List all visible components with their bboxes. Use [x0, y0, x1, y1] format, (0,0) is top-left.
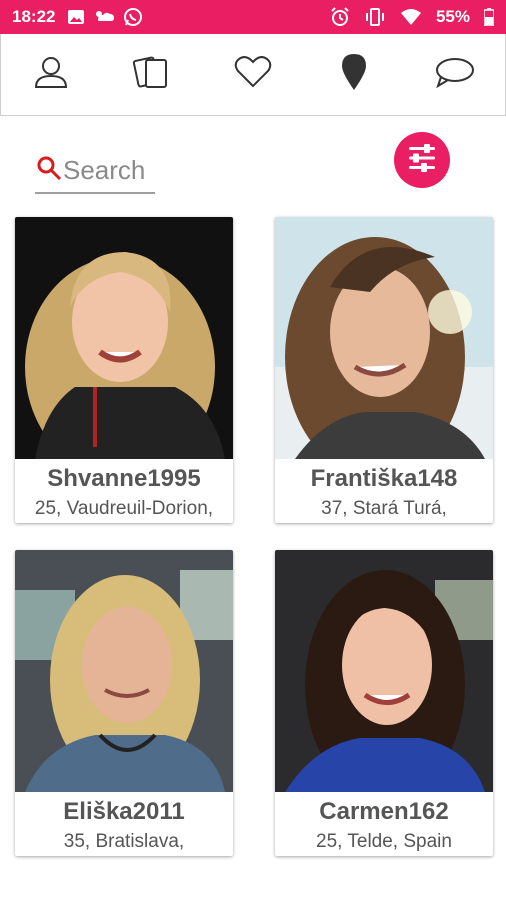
chat-bubble-icon: [435, 56, 475, 93]
vibrate-icon: [364, 7, 386, 27]
status-bar: 18:22 55%: [0, 0, 506, 34]
profile-icon: [33, 54, 69, 95]
battery-icon: [484, 8, 494, 26]
nav-favorites-button[interactable]: [223, 45, 283, 105]
filter-button[interactable]: [394, 132, 450, 188]
whatsapp-icon: [123, 7, 143, 27]
top-navigation: [0, 34, 506, 116]
location-pin-icon: [340, 53, 368, 96]
profile-photo: [15, 217, 233, 459]
search-icon: [35, 154, 63, 187]
profile-username: Františka148: [310, 465, 458, 492]
profile-card[interactable]: Eliška2011 35, Bratislava,: [15, 550, 233, 856]
nav-messages-button[interactable]: [425, 45, 485, 105]
alarm-icon: [330, 7, 350, 27]
profile-details: 25, Vaudreuil-Dorion,: [34, 498, 214, 519]
profile-card[interactable]: Františka148 37, Stará Turá,: [275, 217, 493, 523]
status-time: 18:22: [12, 7, 56, 26]
profile-username: Eliška2011: [63, 798, 185, 825]
profile-photo: [15, 550, 233, 792]
profile-username: Carmen162: [319, 798, 449, 825]
sliders-icon: [407, 143, 437, 178]
profile-photo: [275, 217, 493, 459]
profile-details: 37, Stará Turá,: [321, 498, 447, 519]
weather-icon: [93, 8, 115, 26]
profile-card[interactable]: Shvanne1995 25, Vaudreuil-Dorion,: [15, 217, 233, 523]
profile-details: 35, Bratislava,: [63, 831, 185, 852]
profile-details: 25, Telde, Spain: [316, 831, 452, 852]
wifi-icon: [400, 8, 422, 26]
nav-profile-button[interactable]: [21, 45, 81, 105]
image-icon: [67, 9, 85, 25]
search-field[interactable]: [35, 148, 155, 194]
nav-location-button[interactable]: [324, 45, 384, 105]
cards-icon: [132, 53, 172, 96]
heart-icon: [234, 55, 272, 94]
search-input[interactable]: [63, 154, 153, 186]
profile-card[interactable]: Carmen162 25, Telde, Spain: [275, 550, 493, 856]
profile-username: Shvanne1995: [47, 465, 201, 492]
profile-photo: [275, 550, 493, 792]
nav-cards-button[interactable]: [122, 45, 182, 105]
battery-percent: 55%: [435, 7, 470, 26]
